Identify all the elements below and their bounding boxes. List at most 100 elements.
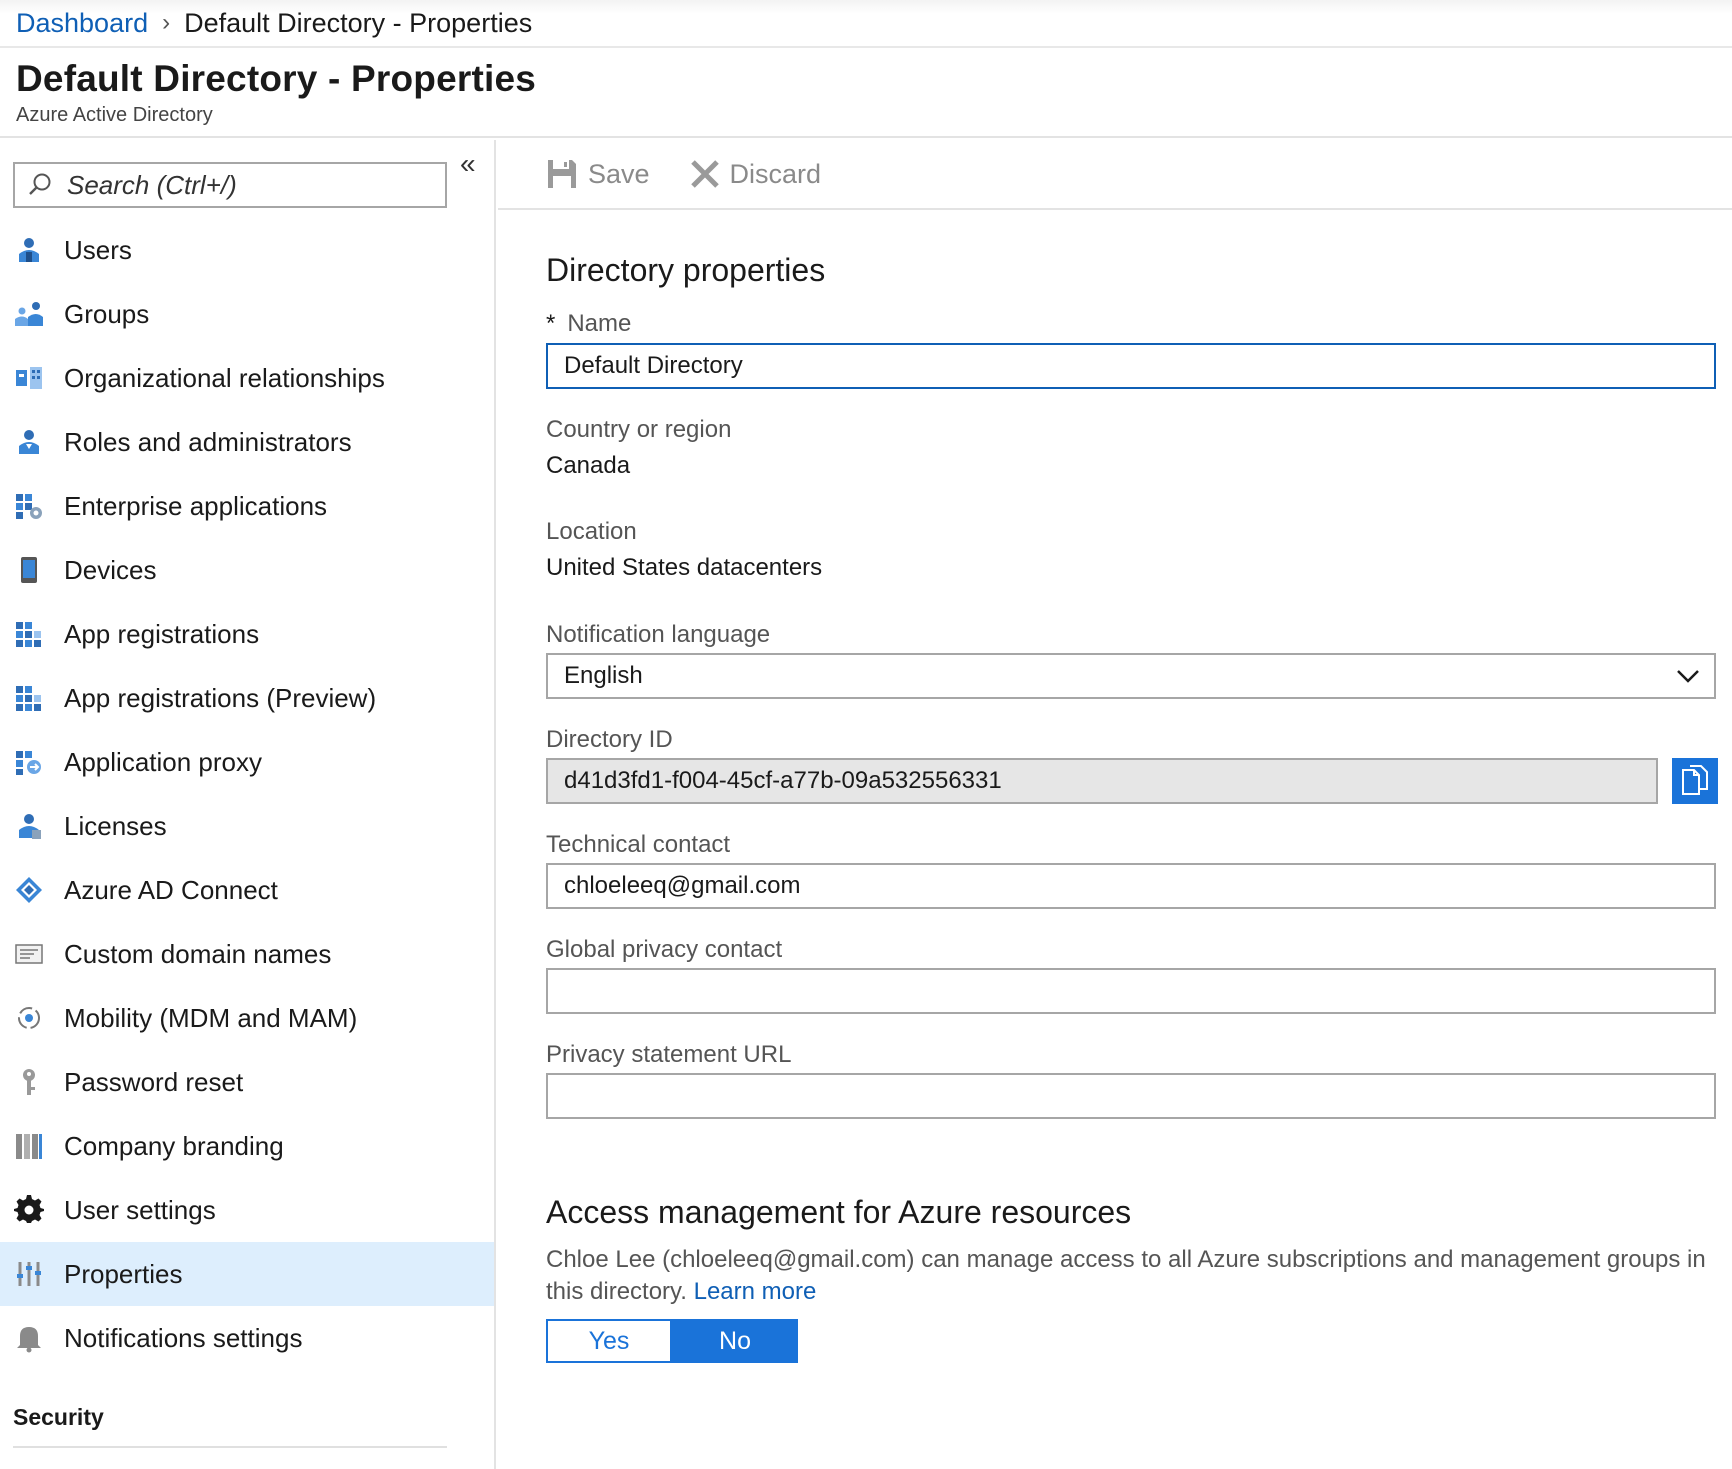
domain-card-icon xyxy=(14,939,44,969)
sidebar-item-label: Enterprise applications xyxy=(64,490,328,521)
sidebar: « Users Groups Organizational relationsh… xyxy=(0,140,496,1469)
sidebar-item-application-proxy[interactable]: Application proxy xyxy=(0,730,494,794)
copy-icon xyxy=(1680,764,1710,798)
sidebar-item-label: Devices xyxy=(64,554,157,585)
sidebar-item-custom-domain-names[interactable]: Custom domain names xyxy=(0,922,494,986)
search-icon xyxy=(27,172,53,198)
sidebar-item-label: Licenses xyxy=(64,810,167,841)
user-icon xyxy=(14,235,44,265)
save-icon xyxy=(546,158,588,190)
notification-language-label: Notification language xyxy=(546,621,771,648)
sidebar-item-label: Properties xyxy=(64,1258,183,1289)
main-content: Save Discard Directory properties * Name … xyxy=(498,140,1732,1469)
copy-directory-id-button[interactable] xyxy=(1672,758,1718,804)
app-proxy-icon xyxy=(14,747,44,777)
access-management-heading: Access management for Azure resources xyxy=(546,1194,1132,1230)
diamond-connect-icon xyxy=(14,875,44,905)
toolbar: Save Discard xyxy=(498,140,1732,210)
sidebar-item-label: Notifications settings xyxy=(64,1322,303,1353)
sidebar-item-mobility[interactable]: Mobility (MDM and MAM) xyxy=(0,986,494,1050)
collapse-sidebar-icon[interactable]: « xyxy=(460,150,476,178)
sidebar-item-enterprise-apps[interactable]: Enterprise applications xyxy=(0,474,494,538)
app-grid-icon xyxy=(14,683,44,713)
toggle-yes-option[interactable]: Yes xyxy=(546,1319,672,1363)
app-grid-icon xyxy=(14,619,44,649)
breadcrumb-dashboard-link[interactable]: Dashboard xyxy=(16,8,148,39)
discard-button[interactable]: Discard xyxy=(690,158,822,190)
page-title: Default Directory - Properties xyxy=(16,58,537,99)
sidebar-item-label: Users xyxy=(64,234,132,265)
privacy-statement-url-input[interactable] xyxy=(546,1073,1716,1119)
key-icon xyxy=(14,1067,44,1097)
properties-sliders-icon xyxy=(14,1259,44,1289)
sidebar-item-licenses[interactable]: Licenses xyxy=(0,794,494,858)
country-value: Canada xyxy=(546,452,631,479)
notification-language-select[interactable]: English xyxy=(546,653,1716,699)
breadcrumb-separator-chevron-icon: › xyxy=(162,9,171,36)
page-header: Default Directory - Properties Azure Act… xyxy=(0,50,1732,138)
group-icon xyxy=(14,299,44,329)
sidebar-item-label: Application proxy xyxy=(64,746,262,777)
sidebar-item-label: App registrations xyxy=(64,618,260,649)
sidebar-nav: Users Groups Organizational relationship… xyxy=(0,218,494,1370)
notification-language-value: English xyxy=(564,662,643,689)
search-input[interactable] xyxy=(67,169,427,201)
access-management-description: Chloe Lee (chloeleeq@gmail.com) can mana… xyxy=(546,1244,1706,1308)
sidebar-item-label: Mobility (MDM and MAM) xyxy=(64,1002,358,1033)
technical-contact-label: Technical contact xyxy=(546,831,731,858)
save-button[interactable]: Save xyxy=(546,158,650,190)
sidebar-item-password-reset[interactable]: Password reset xyxy=(0,1050,494,1114)
sidebar-item-label: Roles and administrators xyxy=(64,426,352,457)
sidebar-item-devices[interactable]: Devices xyxy=(0,538,494,602)
enterprise-apps-icon xyxy=(14,491,44,521)
learn-more-link[interactable]: Learn more xyxy=(694,1278,817,1305)
page-subtitle: Azure Active Directory xyxy=(16,104,213,126)
access-management-toggle: Yes No xyxy=(546,1319,798,1363)
sidebar-item-label: Password reset xyxy=(64,1066,244,1097)
global-privacy-contact-input[interactable] xyxy=(546,968,1716,1014)
country-label: Country or region xyxy=(546,416,732,443)
sidebar-item-app-registrations[interactable]: App registrations xyxy=(0,602,494,666)
gear-icon xyxy=(14,1195,44,1225)
location-label: Location xyxy=(546,518,637,545)
sidebar-item-label: App registrations (Preview) xyxy=(64,682,377,713)
sidebar-item-label: Company branding xyxy=(64,1130,284,1161)
name-label-text: Name xyxy=(567,310,632,337)
location-value: United States datacenters xyxy=(546,554,823,581)
name-input[interactable] xyxy=(546,343,1716,389)
global-privacy-contact-label: Global privacy contact xyxy=(546,936,783,963)
sidebar-item-notifications-settings[interactable]: Notifications settings xyxy=(0,1306,494,1370)
sidebar-item-azure-ad-connect[interactable]: Azure AD Connect xyxy=(0,858,494,922)
sidebar-item-label: User settings xyxy=(64,1194,216,1225)
sidebar-item-groups[interactable]: Groups xyxy=(0,282,494,346)
sidebar-item-label: Groups xyxy=(64,298,150,329)
toggle-no-option[interactable]: No xyxy=(672,1319,798,1363)
sidebar-item-label: Custom domain names xyxy=(64,938,332,969)
sidebar-item-properties[interactable]: Properties xyxy=(0,1242,494,1306)
breadcrumb: Dashboard › Default Directory - Properti… xyxy=(0,0,1732,48)
sidebar-section-security: Security xyxy=(13,1398,447,1448)
directory-properties-heading: Directory properties xyxy=(546,252,826,288)
sidebar-item-company-branding[interactable]: Company branding xyxy=(0,1114,494,1178)
branding-icon xyxy=(14,1131,44,1161)
sidebar-item-label: Organizational relationships xyxy=(64,362,385,393)
sidebar-item-org-relationships[interactable]: Organizational relationships xyxy=(0,346,494,410)
device-icon xyxy=(14,555,44,585)
sidebar-item-roles[interactable]: Roles and administrators xyxy=(0,410,494,474)
sidebar-item-users[interactable]: Users xyxy=(0,218,494,282)
bell-icon xyxy=(14,1323,44,1353)
mobility-icon xyxy=(14,1003,44,1033)
discard-label: Discard xyxy=(729,158,822,189)
directory-id-field[interactable] xyxy=(546,758,1658,804)
sidebar-item-label: Azure AD Connect xyxy=(64,874,278,905)
roles-icon xyxy=(14,427,44,457)
directory-id-label: Directory ID xyxy=(546,726,673,753)
sidebar-search[interactable] xyxy=(13,162,447,208)
license-icon xyxy=(14,811,44,841)
privacy-statement-url-label: Privacy statement URL xyxy=(546,1041,792,1068)
save-label: Save xyxy=(588,158,650,189)
sidebar-item-user-settings[interactable]: User settings xyxy=(0,1178,494,1242)
name-label: * Name xyxy=(546,310,631,338)
sidebar-item-app-registrations-preview[interactable]: App registrations (Preview) xyxy=(0,666,494,730)
technical-contact-input[interactable] xyxy=(546,863,1716,909)
